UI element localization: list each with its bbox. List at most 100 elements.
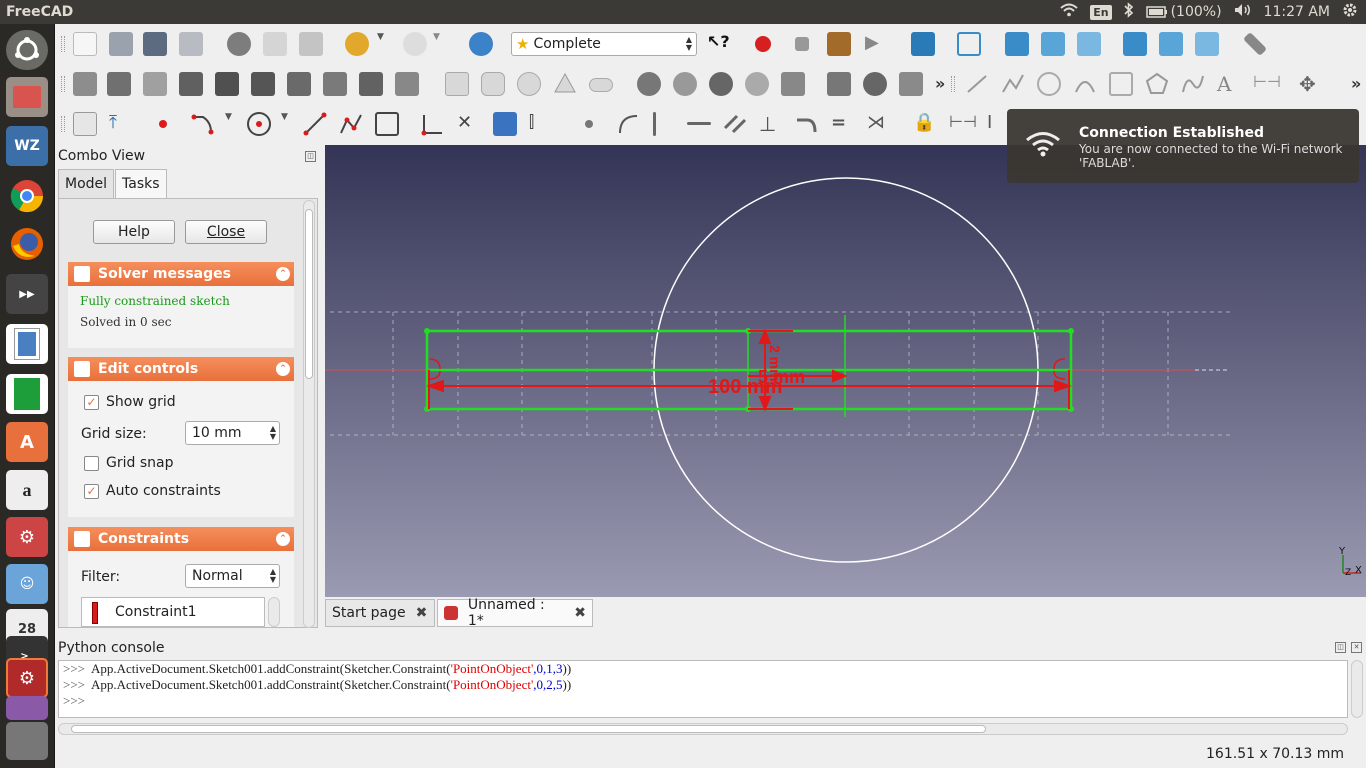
external-geometry-icon[interactable] bbox=[493, 112, 517, 136]
constrain-point-on-object-icon[interactable] bbox=[617, 112, 641, 136]
blocks-icon[interactable] bbox=[359, 72, 383, 96]
console-input-line[interactable]: >>> bbox=[63, 693, 1347, 709]
constrain-tangent-icon[interactable] bbox=[795, 112, 819, 136]
show-grid-checkbox[interactable]: ✓ bbox=[84, 395, 99, 410]
gear-icon[interactable] bbox=[1342, 2, 1358, 22]
part-cylinder-icon[interactable] bbox=[481, 72, 505, 96]
toolbar-grip[interactable] bbox=[951, 76, 955, 92]
constrain-lock-icon[interactable]: 🔒 bbox=[913, 112, 937, 136]
toolbar-grip[interactable] bbox=[61, 36, 65, 52]
collapse-icon[interactable]: ⌃ bbox=[276, 267, 290, 281]
rectangle-tool-icon[interactable] bbox=[1109, 72, 1133, 96]
python-console-output[interactable]: >>> App.ActiveDocument.Sketch001.addConst… bbox=[58, 660, 1348, 718]
chrome-icon[interactable] bbox=[6, 176, 48, 216]
grid-size-input[interactable]: 10 mm ▲ ▼ bbox=[185, 421, 280, 445]
new-document-icon[interactable] bbox=[73, 32, 97, 56]
run-macro-icon[interactable]: ▶ bbox=[865, 32, 889, 56]
redo-dropdown-icon[interactable]: ▼ bbox=[433, 32, 443, 56]
constrain-symmetric-icon[interactable]: ⋊ bbox=[867, 112, 891, 136]
constraints-header[interactable]: Constraints ⌃ bbox=[68, 527, 294, 551]
right-view-icon[interactable] bbox=[1077, 32, 1101, 56]
solver-messages-header[interactable]: Solver messages ⌃ bbox=[68, 262, 294, 286]
edit-controls-header[interactable]: Edit controls ⌃ bbox=[68, 357, 294, 381]
toolbar-more-icon[interactable]: » bbox=[935, 74, 945, 93]
sketch-line-icon[interactable] bbox=[303, 112, 327, 136]
rear-view-icon[interactable] bbox=[1123, 32, 1147, 56]
isometric-view-icon[interactable] bbox=[957, 32, 981, 56]
sketch-polyline-tool-icon[interactable] bbox=[339, 112, 363, 136]
console-vertical-scrollbar[interactable] bbox=[1351, 660, 1363, 718]
mirror-icon[interactable] bbox=[899, 72, 923, 96]
text-tool-icon[interactable]: A bbox=[1217, 72, 1241, 96]
part-cone-icon[interactable] bbox=[553, 72, 577, 96]
tab-start-page[interactable]: Start page ✖ bbox=[325, 599, 435, 627]
sketch-rectangle-icon[interactable] bbox=[375, 112, 399, 136]
battery-indicator[interactable]: (100%) bbox=[1145, 4, 1222, 20]
refresh-icon[interactable] bbox=[469, 32, 493, 56]
constrain-vertical-icon[interactable] bbox=[653, 112, 656, 136]
open-folder-icon[interactable] bbox=[109, 32, 133, 56]
sketch-canvas[interactable]: 100 mm 5 mm 2 mm Y X Z bbox=[325, 145, 1366, 597]
measure-icon[interactable] bbox=[1242, 31, 1268, 57]
firefox-icon[interactable] bbox=[6, 224, 48, 264]
sketch-circle-icon[interactable] bbox=[247, 112, 271, 136]
spin-arrows-icon[interactable]: ▲ ▼ bbox=[270, 425, 276, 441]
trash-icon[interactable] bbox=[6, 722, 48, 760]
system-settings-icon[interactable]: ⚙ bbox=[6, 517, 48, 557]
toolbar-grip[interactable] bbox=[61, 116, 65, 132]
circle-dropdown-icon[interactable]: ▼ bbox=[281, 112, 291, 136]
save-icon[interactable] bbox=[143, 32, 167, 56]
tasks-scrollbar-thumb[interactable] bbox=[305, 209, 313, 379]
shape-builder-icon[interactable] bbox=[143, 72, 167, 96]
files-icon[interactable] bbox=[6, 77, 48, 117]
sketch-point-icon[interactable] bbox=[159, 120, 167, 128]
tasks-scrollbar[interactable] bbox=[303, 200, 315, 628]
redo-icon[interactable] bbox=[403, 32, 427, 56]
view-sketch-icon[interactable] bbox=[73, 112, 97, 136]
carbon-copy-icon[interactable]: ⫿ bbox=[529, 112, 553, 136]
move-icon[interactable]: ✥ bbox=[1299, 72, 1323, 96]
workbench-selector[interactable]: ★ Complete ▲ ▼ bbox=[511, 32, 697, 56]
constrain-coincident-icon[interactable] bbox=[585, 120, 593, 128]
bluetooth-icon[interactable] bbox=[1124, 2, 1134, 22]
arc-tool-icon[interactable] bbox=[1073, 72, 1097, 96]
dimension-tool-icon[interactable]: ⊢⊣ bbox=[1253, 72, 1281, 96]
freecad-launcher-icon[interactable]: ⚙ bbox=[6, 658, 48, 698]
extrude-icon[interactable] bbox=[827, 72, 851, 96]
tools-icon[interactable] bbox=[395, 72, 419, 96]
left-view-icon[interactable] bbox=[1195, 32, 1219, 56]
undock-icon[interactable]: ◫ bbox=[1335, 642, 1346, 653]
record-macro-icon[interactable] bbox=[755, 36, 771, 52]
console-scrollbar-thumb[interactable] bbox=[71, 725, 986, 733]
fillet-icon[interactable] bbox=[421, 112, 445, 136]
part-box-icon[interactable] bbox=[445, 72, 469, 96]
part-tool-icon[interactable] bbox=[179, 72, 203, 96]
constrain-equal-icon[interactable]: = bbox=[831, 112, 855, 136]
edit-macro-icon[interactable] bbox=[827, 32, 851, 56]
front-view-icon[interactable] bbox=[1005, 32, 1029, 56]
usb-drive-icon[interactable] bbox=[6, 696, 48, 720]
volume-icon[interactable] bbox=[1234, 3, 1252, 21]
solid-cube-icon[interactable] bbox=[215, 72, 239, 96]
fuse-icon[interactable] bbox=[709, 72, 733, 96]
ubuntu-dash-icon[interactable] bbox=[6, 30, 48, 70]
constrain-parallel-icon[interactable] bbox=[723, 112, 747, 136]
trim-icon[interactable]: ✕ bbox=[457, 112, 481, 136]
auto-constraints-checkbox[interactable]: ✓ bbox=[84, 484, 99, 499]
sketch-polyline-icon[interactable] bbox=[191, 112, 215, 136]
constraint-item[interactable]: Constraint1 bbox=[115, 604, 197, 620]
undo-dropdown-icon[interactable]: ▼ bbox=[377, 32, 387, 56]
grid-snap-checkbox[interactable] bbox=[84, 456, 99, 471]
undock-icon[interactable]: ◫ bbox=[305, 151, 316, 162]
close-button[interactable]: Close bbox=[185, 220, 267, 244]
close-icon[interactable]: ✖ bbox=[416, 605, 428, 621]
filter-select[interactable]: Normal ▲ ▼ bbox=[185, 564, 280, 588]
revolve-icon[interactable] bbox=[863, 72, 887, 96]
toolbar-more-icon[interactable]: » bbox=[1351, 74, 1361, 93]
polygon-tool-icon[interactable] bbox=[1145, 72, 1169, 96]
circle-tool-icon[interactable] bbox=[1037, 72, 1061, 96]
libreoffice-calc-icon[interactable] bbox=[6, 374, 48, 414]
top-view-icon[interactable] bbox=[1041, 32, 1065, 56]
wz-app-icon[interactable]: WZ bbox=[6, 126, 48, 166]
bottom-view-icon[interactable] bbox=[1159, 32, 1183, 56]
